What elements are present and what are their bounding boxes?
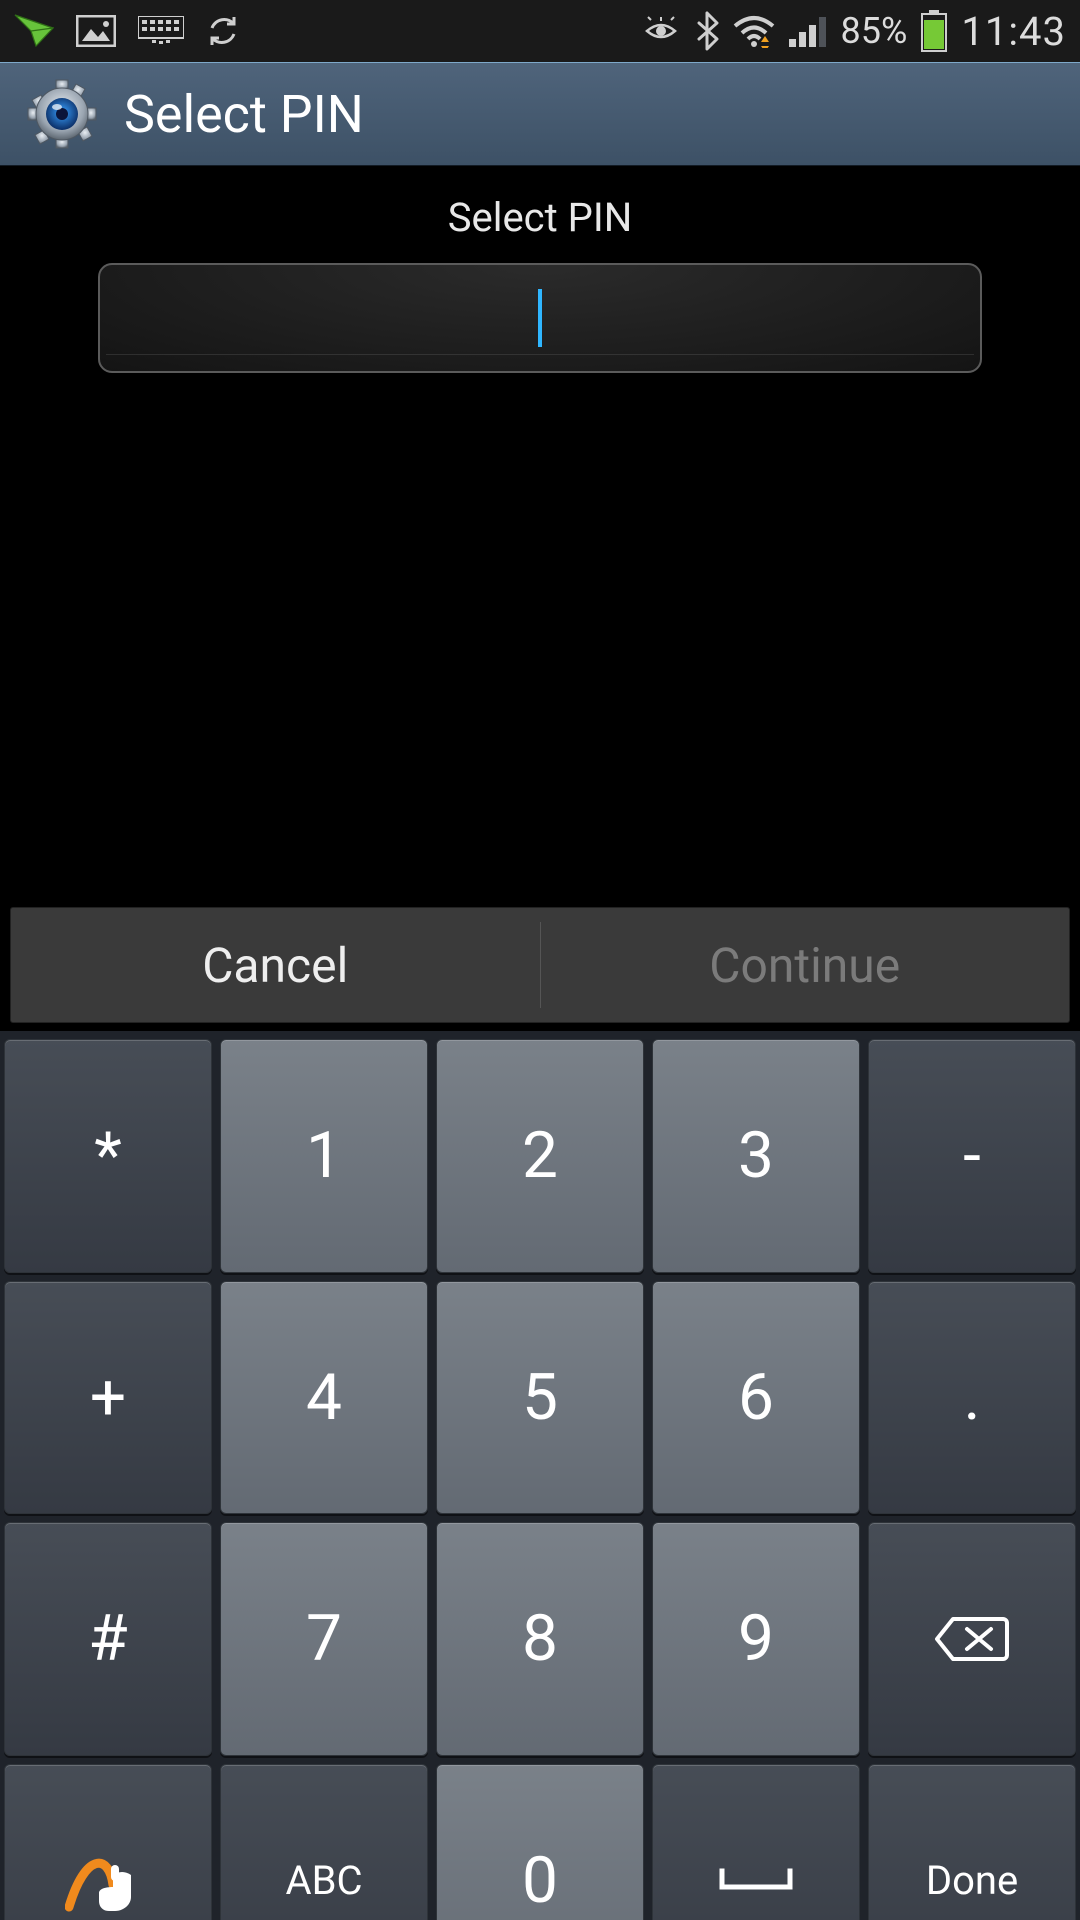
swype-icon [65,1845,151,1915]
key-3[interactable]: 3 [652,1039,860,1273]
smart-stay-icon [641,16,681,46]
clock: 11:43 [961,8,1066,55]
gallery-icon [76,15,116,47]
continue-label: Continue [709,937,900,994]
action-bar: Select PIN [0,62,1080,166]
battery-icon [921,10,947,52]
key-dash[interactable]: - [868,1039,1076,1273]
keypad: * 1 2 3 - + 4 5 6 . # 7 8 9 ABC 0 [0,1031,1080,1920]
key-period[interactable]: . [868,1281,1076,1515]
key-backspace[interactable] [868,1522,1076,1756]
backspace-icon [933,1615,1011,1663]
text-cursor [538,289,542,347]
key-0[interactable]: 0 [436,1764,644,1920]
signal-icon [789,15,827,47]
key-8[interactable]: 8 [436,1522,644,1756]
key-4[interactable]: 4 [220,1281,428,1515]
cancel-button[interactable]: Cancel [11,908,540,1022]
cancel-label: Cancel [202,937,348,994]
key-space[interactable] [652,1764,860,1920]
key-6[interactable]: 6 [652,1281,860,1515]
key-7[interactable]: 7 [220,1522,428,1756]
status-left [14,14,240,48]
sync-icon [206,14,240,48]
paper-plane-icon [14,14,54,48]
space-icon [716,1865,796,1895]
pin-input[interactable] [98,263,982,373]
action-bar-title: Select PIN [124,84,364,145]
dialog-button-row: Cancel Continue [10,907,1070,1023]
content-area: Select PIN [0,166,1080,907]
key-1[interactable]: 1 [220,1039,428,1273]
gear-icon [26,78,98,150]
battery-percent: 85% [841,10,908,52]
bluetooth-icon [695,11,719,51]
keyboard-icon [138,16,184,46]
key-5[interactable]: 5 [436,1281,644,1515]
key-done[interactable]: Done [868,1764,1076,1920]
key-abc[interactable]: ABC [220,1764,428,1920]
wifi-icon [733,14,775,48]
prompt-label: Select PIN [448,194,633,241]
key-plus[interactable]: + [4,1281,212,1515]
key-swype[interactable] [4,1764,212,1920]
key-2[interactable]: 2 [436,1039,644,1273]
key-asterisk[interactable]: * [4,1039,212,1273]
status-right: 85% 11:43 [641,8,1066,55]
key-hash[interactable]: # [4,1522,212,1756]
continue-button[interactable]: Continue [541,908,1070,1022]
status-bar: 85% 11:43 [0,0,1080,62]
key-9[interactable]: 9 [652,1522,860,1756]
